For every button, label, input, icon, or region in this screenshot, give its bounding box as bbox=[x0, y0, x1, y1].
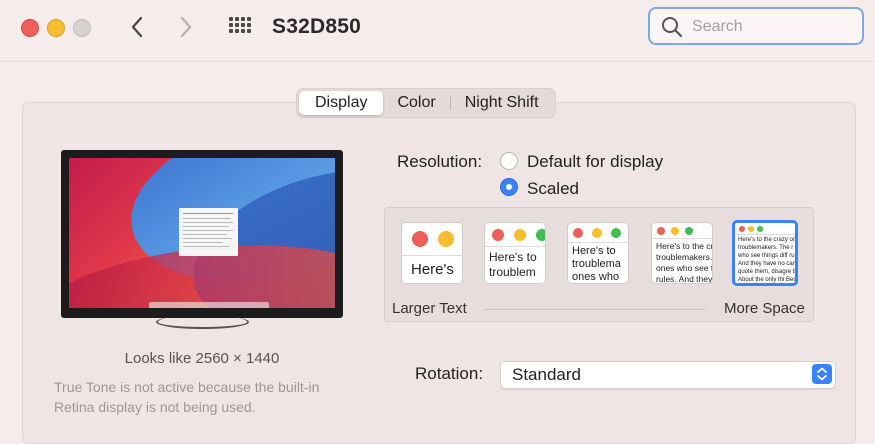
search-field[interactable] bbox=[648, 7, 864, 45]
radio-default-for-display[interactable] bbox=[500, 152, 518, 170]
rotation-value: Standard bbox=[512, 365, 581, 384]
rotation-label: Rotation: bbox=[415, 364, 484, 383]
chevron-left-icon bbox=[131, 16, 143, 38]
resolution-label: Resolution: bbox=[397, 152, 483, 171]
rotation-dropdown[interactable]: Standard bbox=[500, 361, 836, 389]
default-for-display-label[interactable]: Default for display bbox=[527, 152, 663, 172]
forward-button[interactable] bbox=[174, 14, 198, 40]
chevron-right-icon bbox=[180, 16, 192, 38]
scale-option-2-text: Here's to troublem bbox=[489, 250, 537, 279]
scale-option-1-text: Here's bbox=[411, 261, 454, 278]
tab-night-shift[interactable]: Night Shift bbox=[451, 91, 553, 115]
scale-option-3[interactable]: Here's to troublema ones who bbox=[567, 222, 629, 284]
scale-option-1[interactable]: Here's bbox=[401, 222, 463, 284]
radio-scaled[interactable] bbox=[500, 178, 518, 196]
tab-color[interactable]: Color bbox=[383, 91, 449, 115]
tab-display[interactable]: Display bbox=[299, 91, 384, 115]
window-title: S32D850 bbox=[272, 15, 361, 38]
scaled-label[interactable]: Scaled bbox=[527, 179, 579, 199]
more-space-label: More Space bbox=[724, 300, 805, 317]
looks-like-resolution: Looks like 2560 × 1440 bbox=[124, 350, 280, 367]
monitor-stand bbox=[156, 315, 249, 329]
search-input[interactable] bbox=[690, 15, 859, 39]
show-all-grid-icon[interactable] bbox=[229, 17, 251, 39]
dock-preview bbox=[149, 302, 269, 308]
scale-option-4[interactable]: Here's to the cr troublemakers. ones who… bbox=[651, 222, 713, 284]
scale-option-4-text: Here's to the cr troublemakers. ones who… bbox=[656, 241, 713, 284]
toolbar: S32D850 bbox=[0, 0, 875, 58]
true-tone-note: True Tone is not active because the buil… bbox=[54, 379, 320, 415]
search-icon bbox=[662, 17, 683, 38]
scale-option-5[interactable]: Here's to the crazy one troublemakers. T… bbox=[732, 220, 798, 286]
dropdown-stepper-icon bbox=[812, 364, 832, 384]
back-button[interactable] bbox=[126, 14, 150, 40]
scale-option-2[interactable]: Here's to troublem bbox=[484, 222, 546, 284]
scale-option-3-text: Here's to troublema ones who bbox=[572, 245, 621, 283]
larger-text-label: Larger Text bbox=[392, 300, 467, 317]
minimize-button[interactable] bbox=[47, 19, 65, 37]
toolbar-divider bbox=[0, 61, 875, 62]
scale-slider-track bbox=[484, 309, 706, 310]
mini-window-preview bbox=[179, 208, 238, 256]
zoom-button[interactable] bbox=[73, 19, 91, 37]
scale-option-5-text: Here's to the crazy one troublemakers. T… bbox=[738, 237, 798, 283]
monitor-image bbox=[61, 150, 343, 318]
close-button[interactable] bbox=[21, 19, 39, 37]
tab-bar: Display Color Night Shift bbox=[296, 88, 556, 118]
monitor-screen bbox=[69, 158, 335, 308]
